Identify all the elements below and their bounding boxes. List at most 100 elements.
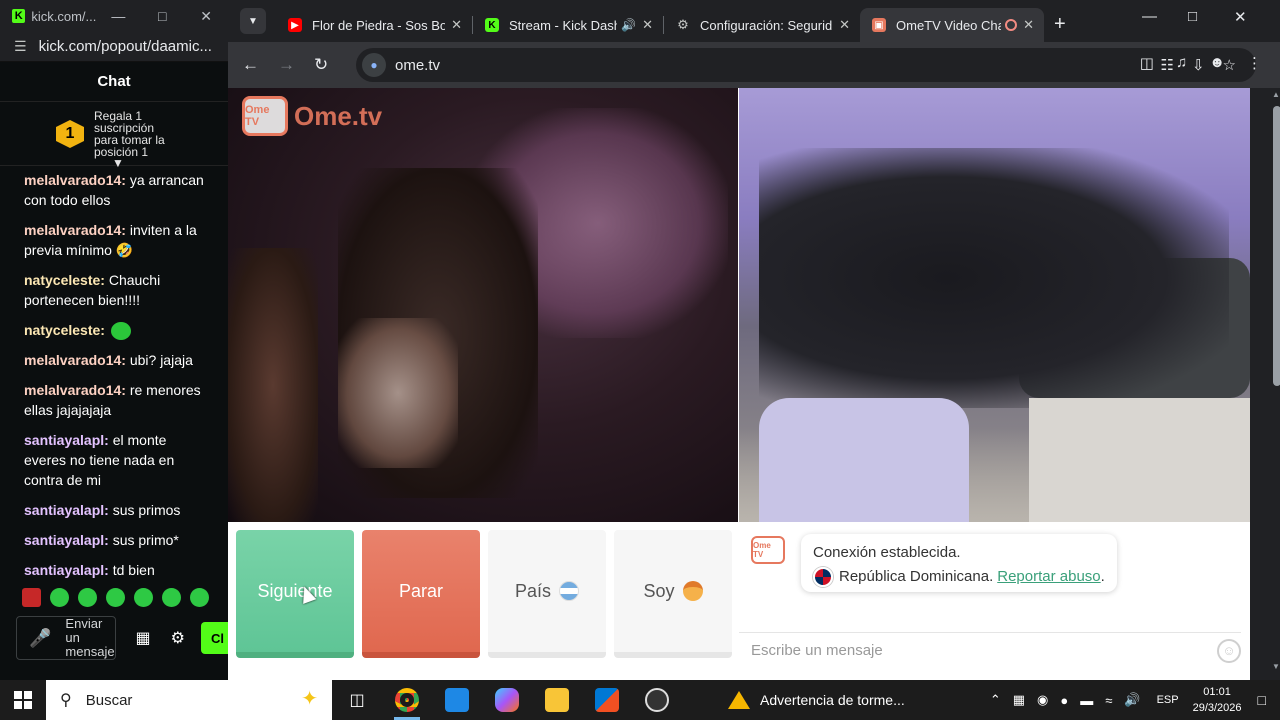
microphone-icon[interactable]: 🎤 [29,629,51,647]
tray-app-icon[interactable]: ▦ [1013,692,1025,708]
chat-message: melalvarado14: re menores ellas jajajaja… [24,380,208,420]
system-message-bubble: Conexión establecida. República Dominica… [801,534,1117,592]
new-tab-button[interactable]: + [1054,13,1066,36]
taskbar-search[interactable]: ⚲ Buscar ✦ [46,680,332,720]
video-people-shape [759,148,1229,408]
emote-icon[interactable] [78,588,97,607]
chat-username[interactable]: natyceleste: [24,272,105,288]
copilot-sparkle-icon: ✦ [301,688,318,710]
tab-label: Configuración: Segurid [700,17,833,33]
close-tab-icon[interactable]: ✕ [1023,17,1034,33]
country-button[interactable]: País [488,530,606,658]
chevron-up-icon[interactable]: ⌃ [990,692,1001,708]
close-tab-icon[interactable]: ✕ [642,17,653,33]
store-icon[interactable]: ▦ [136,628,151,648]
page-scrollbar[interactable]: ▲ ▼ [1250,88,1280,680]
copilot-taskbar-app[interactable] [482,680,532,720]
frog-emote-icon [110,322,131,341]
forward-button[interactable]: → [278,55,314,75]
tab-kick-dashboard[interactable]: K Stream - Kick Dashb 🔊 ✕ [473,8,663,42]
volume-icon[interactable]: 🔊 [1124,692,1140,708]
task-view-button[interactable]: ◫ [332,680,382,720]
profile-icon[interactable]: ☻ [1209,54,1225,72]
close-window-button[interactable]: ✕ [1234,8,1247,26]
send-chat-button[interactable]: Cl [201,622,228,654]
minimize-button[interactable]: — [96,8,140,24]
gear-icon[interactable]: ⚙ [171,628,185,648]
maximize-button[interactable]: □ [1188,8,1197,25]
menu-icon[interactable]: ⋮ [1247,54,1262,72]
tab-search-icon[interactable]: ▼ [240,8,266,34]
search-icon: ⚲ [60,692,72,709]
kick-address-bar[interactable]: ☰ kick.com/popout/daamic... [0,32,228,62]
scroll-up-icon[interactable]: ▲ [1272,90,1280,99]
kick-favicon-icon: K [485,18,499,32]
message-input[interactable]: Escribe un mensaje ☺ [739,632,1241,668]
emote-icon[interactable] [190,588,209,607]
emote-icon[interactable] [134,588,153,607]
emote-icon[interactable] [50,588,69,607]
weather-widget[interactable]: Advertencia de torme... [728,691,905,709]
chat-username[interactable]: melalvarado14: [24,222,126,238]
site-info-icon[interactable]: ● [362,53,386,77]
media-control-icon[interactable]: ♫ [1176,54,1187,72]
file-explorer-taskbar-app[interactable] [532,680,582,720]
emoji-picker-icon[interactable]: ☺ [1217,638,1241,663]
tab-ometv[interactable]: ▣ OmeTV Video Chat ✕ [860,8,1044,42]
language-indicator[interactable]: ESP [1157,694,1179,706]
reload-button[interactable]: ↻ [314,55,350,75]
extensions-icon[interactable]: ◫ [1140,54,1154,72]
pinned-gift-banner[interactable]: 1 Regala 1 suscripción para tomar la pos… [0,102,228,169]
site-settings-icon[interactable]: ☰ [14,38,27,55]
tray-app-icon[interactable]: ◉ [1037,692,1048,708]
scrollbar-thumb[interactable] [1273,106,1280,386]
emote-icon[interactable] [106,588,125,607]
chat-username[interactable]: santiayalapl: [24,532,109,548]
scroll-down-icon[interactable]: ▼ [1272,662,1280,671]
emote-icon[interactable] [22,588,41,607]
emote-icon[interactable] [162,588,181,607]
pinned-line: posición 1 [94,144,149,159]
storm-warning-icon [728,691,750,709]
start-button[interactable] [0,691,46,709]
chat-username[interactable]: natyceleste: [24,322,105,338]
local-video: Ome TV Ome.tv [228,88,738,522]
chat-username[interactable]: santiayalapl: [24,562,109,578]
minimize-button[interactable]: — [1142,8,1157,25]
ometv-chat-icon: Ome TV [751,536,785,564]
clock[interactable]: 01:01 29/3/2026 [1193,684,1242,716]
microphone-icon[interactable]: ● [1060,693,1068,708]
maximize-button[interactable]: □ [140,8,184,24]
chrome-taskbar-app[interactable] [382,680,432,720]
chat-username[interactable]: melalvarado14: [24,352,126,368]
mail-taskbar-app[interactable] [432,680,482,720]
chat-username[interactable]: santiayalapl: [24,432,109,448]
report-abuse-link[interactable]: Reportar abuso [997,565,1100,589]
chat-message: melalvarado14: ya arrancan con todo ello… [24,170,208,210]
collapse-chevron-icon[interactable]: ▼ [112,157,124,169]
chat-username[interactable]: melalvarado14: [24,172,126,188]
back-button[interactable]: ← [242,55,278,75]
store-taskbar-app[interactable] [582,680,632,720]
rank-badge-icon: 1 [56,120,84,148]
address-bar[interactable]: ● ome.tv ☷ ⇩ ☆ [356,48,1256,82]
chat-username[interactable]: melalvarado14: [24,382,126,398]
next-button[interactable]: Siguiente [236,530,354,658]
emote-bar [22,588,209,607]
ometv-page: Ome TV Ome.tv Siguiente Parar País Soy O… [228,88,1250,680]
close-tab-icon[interactable]: ✕ [451,17,462,33]
wifi-icon[interactable]: ≈ [1105,693,1112,708]
tab-flor-de-piedra[interactable]: ▶ Flor de Piedra - Sos Bot ✕ [276,8,472,42]
close-tab-icon[interactable]: ✕ [839,17,850,33]
obs-taskbar-app[interactable] [632,680,682,720]
speaker-icon[interactable]: 🔊 [621,18,636,32]
tab-configuracion[interactable]: ⚙ Configuración: Segurid ✕ [664,8,860,42]
chat-input[interactable]: 🎤 Enviar un mensaje [16,616,116,660]
chat-username[interactable]: santiayalapl: [24,502,109,518]
stop-button[interactable]: Parar [362,530,480,658]
close-window-button[interactable]: ✕ [184,8,228,25]
battery-icon[interactable]: ▬ [1080,693,1093,708]
gender-button[interactable]: Soy [614,530,732,658]
chat-message: melalvarado14: inviten a la previa mínim… [24,220,208,260]
notifications-icon[interactable]: □ [1258,692,1266,708]
